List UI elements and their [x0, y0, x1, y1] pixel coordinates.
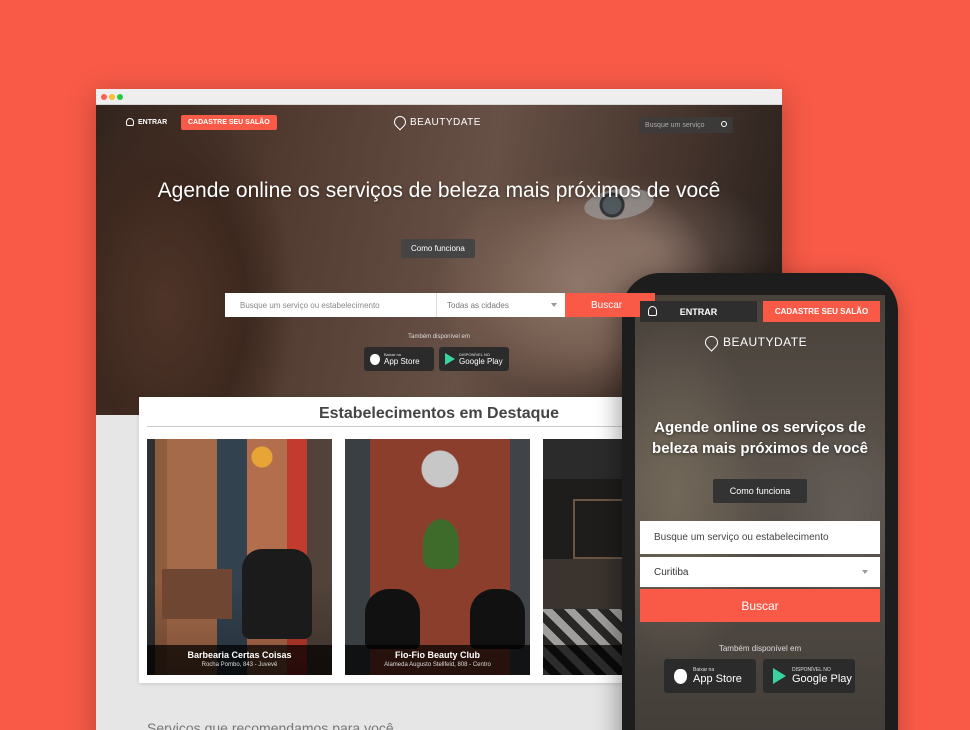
google-play-icon [445, 353, 455, 365]
browser-title-bar [96, 89, 782, 105]
user-icon [126, 118, 134, 126]
mobile-logo-text: BEAUTYDATE [723, 335, 808, 349]
city-select-value: Todas as cidades [447, 300, 509, 310]
logo-text: BEAUTYDATE [410, 116, 481, 128]
mobile-search-button[interactable]: Buscar [640, 589, 880, 622]
mobile-how-it-works-button[interactable]: Como funciona [713, 479, 807, 503]
mobile-screen: ENTRAR CADASTRE SEU SALÃO BEAUTYDATE Age… [635, 295, 885, 730]
login-button[interactable]: ENTRAR [126, 118, 167, 126]
mobile-signup-salon-button[interactable]: CADASTRE SEU SALÃO [763, 301, 880, 322]
city-select[interactable]: Todas as cidades [437, 293, 565, 317]
card-address: Alameda Augusto Stellfeld, 808 - Centro [384, 662, 491, 668]
card-caption: Barbearia Certas Coisas Rocha Pombo, 843… [147, 645, 332, 675]
login-label: ENTRAR [138, 118, 168, 126]
card-photo-counter [162, 569, 232, 619]
search-icon[interactable] [721, 121, 727, 127]
hero-search-bar: Busque um serviço ou estabelecimento Tod… [225, 293, 655, 317]
card-photo-chair [242, 549, 312, 639]
service-search-input[interactable]: Busque um serviço ou estabelecimento [225, 293, 437, 317]
card-address: Rocha Pombo, 843 - Juvevê [201, 662, 278, 668]
chevron-down-icon [551, 303, 557, 307]
mobile-also-available-label: Também disponível em [718, 644, 802, 653]
logo-shield-icon [391, 113, 409, 131]
mobile-login-label: ENTRAR [679, 306, 718, 317]
hero-title: Agende online os serviços de beleza mais… [157, 179, 721, 202]
apple-icon [370, 353, 380, 365]
chevron-down-icon [862, 570, 868, 574]
google-play-small-label: DISPONÍVEL NO [792, 667, 831, 673]
mobile-login-button[interactable]: ENTRAR [640, 301, 757, 322]
minimize-window-dot[interactable] [109, 94, 115, 100]
featured-divider [147, 426, 699, 427]
header-search-input[interactable]: Busque um serviço [639, 117, 733, 133]
google-play-small-label: DISPONÍVEL NO [459, 352, 490, 357]
app-store-label: App Store [384, 357, 420, 366]
mobile-hero-title: Agende online os serviços de beleza mais… [652, 419, 868, 457]
mobile-app-store-badge[interactable]: Baixar na App Store [664, 659, 756, 693]
header-search-placeholder: Busque um serviço [645, 121, 705, 129]
signup-salon-button[interactable]: CADASTRE SEU SALÃO [181, 115, 277, 130]
how-it-works-button[interactable]: Como funciona [401, 239, 475, 258]
card-photo-chair [365, 589, 420, 649]
logo[interactable]: BEAUTYDATE [391, 113, 481, 131]
featured-section: Estabelecimentos em Destaque Barbearia C… [139, 397, 728, 683]
mobile-service-search-input[interactable]: Busque um serviço ou estabelecimento [640, 521, 880, 554]
google-play-icon [773, 668, 786, 684]
recommended-services-title: Serviços que recomendamos para você [147, 720, 394, 730]
card-name: Barbearia Certas Coisas [187, 650, 292, 660]
mobile-city-select[interactable]: Curitiba [640, 557, 880, 587]
maximize-window-dot[interactable] [117, 94, 123, 100]
app-store-badge[interactable]: Baixar na App Store [364, 347, 434, 371]
mobile-phone-frame: ENTRAR CADASTRE SEU SALÃO BEAUTYDATE Age… [622, 273, 898, 730]
user-icon [648, 306, 657, 316]
google-play-label: Google Play [792, 673, 852, 685]
google-play-label: Google Play [459, 357, 503, 366]
mobile-city-value: Curitiba [654, 566, 689, 578]
mobile-logo[interactable]: BEAUTYDATE [702, 332, 808, 352]
card-photo-chair [470, 589, 525, 649]
logo-shield-icon [702, 332, 721, 352]
mobile-google-play-badge[interactable]: DISPONÍVEL NO Google Play [763, 659, 855, 693]
close-window-dot[interactable] [101, 94, 107, 100]
card-caption: Fio-Fio Beauty Club Alameda Augusto Stel… [345, 645, 530, 675]
apple-icon [674, 668, 687, 684]
card-name: Fio-Fio Beauty Club [395, 650, 480, 660]
app-store-small-label: Baixar na [384, 352, 401, 357]
app-store-label: App Store [693, 673, 742, 685]
card-photo-plant [423, 519, 459, 569]
featured-card[interactable]: Barbearia Certas Coisas Rocha Pombo, 843… [147, 439, 332, 675]
featured-card[interactable]: Fio-Fio Beauty Club Alameda Augusto Stel… [345, 439, 530, 675]
google-play-badge[interactable]: DISPONÍVEL NO Google Play [439, 347, 509, 371]
app-store-small-label: Baixar na [693, 667, 715, 673]
